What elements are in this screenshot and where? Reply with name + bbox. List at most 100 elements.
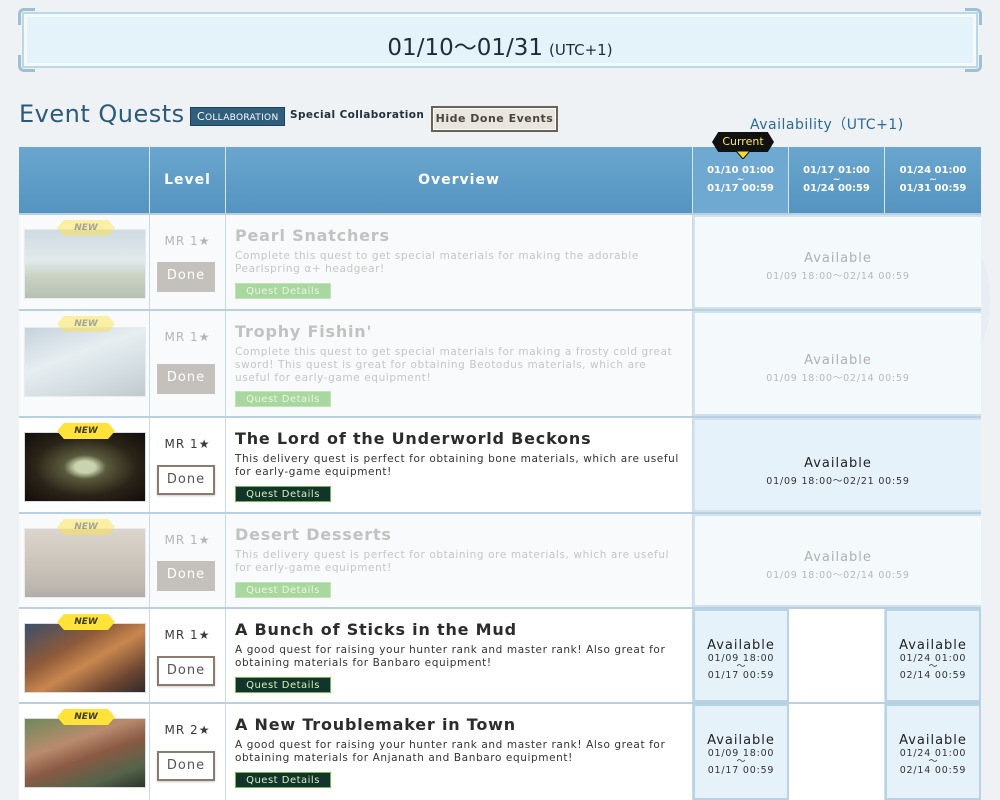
availability-status: Available [804,550,872,565]
date-end: 01/17 00:59 [707,183,774,194]
quest-row: NEW MR 1★ Done Pearl Snatchers Complete … [19,213,981,309]
overview-cell: Desert Desserts This delivery quest is p… [226,514,693,607]
hide-done-events-button[interactable]: Hide Done Events [431,106,558,132]
quest-title: Pearl Snatchers [235,226,390,245]
date-end: 01/24 00:59 [803,183,870,194]
quest-level: MR 1★ [164,330,211,344]
quest-title: Trophy Fishin' [235,322,373,341]
quest-description: Complete this quest to get special mater… [235,346,673,384]
availability-cell: Available 01/09 18:00～02/14 00:59 [693,311,981,416]
availability-info: Available 01/09 18:00～02/14 00:59 [695,550,981,581]
overview-cell: Pearl Snatchers Complete this quest to g… [226,215,693,309]
availability-status: Available [804,456,872,471]
quest-details-button[interactable]: Quest Details [235,677,331,693]
level-cell: MR 1★ Done [150,609,226,702]
quest-details-button[interactable]: Quest Details [235,283,331,299]
page-title: Event Quests [19,100,185,128]
quest-details-button[interactable]: Quest Details [235,486,331,502]
availability-info: Available 01/09 18:00～02/14 00:59 [695,251,981,282]
availability-status: Available [707,638,775,653]
quest-thumbnail-cell: NEW [19,311,150,416]
quest-row: NEW MR 2★ Done A New Troublemaker in Tow… [19,702,981,800]
quest-description: A good quest for raising your hunter ran… [235,739,666,764]
availability-label: Availability（UTC+1) [750,117,904,133]
quest-details-button[interactable]: Quest Details [235,582,331,598]
availability-status: Available [899,638,967,653]
quest-thumbnail[interactable] [24,623,146,693]
quest-level: MR 1★ [164,437,211,451]
quest-title: Desert Desserts [235,525,392,544]
quest-row: NEW MR 1★ Done Trophy Fishin' Complete t… [19,309,981,416]
quest-description: This delivery quest is perfect for obtai… [235,549,670,574]
overview-cell: Trophy Fishin' Complete this quest to ge… [226,311,693,416]
current-week-badge: Current [712,132,774,152]
quest-thumbnail-cell: NEW [19,215,150,309]
date-banner: 01/10～01/31 (UTC+1) [18,8,982,72]
new-badge: NEW [57,614,115,630]
current-week-arrow-icon [736,151,750,159]
availability-cell: Available 01/09 18:00～02/21 00:59 [693,418,981,512]
done-button[interactable]: Done [157,561,215,591]
header-image-cell [19,147,150,213]
done-button[interactable]: Done [157,656,215,686]
availability-range: 01/09 18:00～02/14 00:59 [766,271,910,282]
availability-slot-week1: Available 01/09 18:00 ～ 01/17 00:59 [693,704,789,800]
availability-slot-week2 [789,609,885,702]
availability-range: 01/09 18:00～02/21 00:59 [766,476,910,487]
banner-text: 01/10～01/31 (UTC+1) [24,28,976,62]
quest-details-button[interactable]: Quest Details [235,391,331,407]
quest-description: Complete this quest to get special mater… [235,250,639,275]
quest-row: NEW MR 1★ Done The Lord of the Underworl… [19,416,981,512]
done-button[interactable]: Done [157,364,215,394]
availability-slot-week1: Available 01/09 18:00 ～ 01/17 00:59 [693,609,789,702]
quest-thumbnail-cell: NEW [19,609,150,702]
availability-end: 01/17 00:59 [707,765,775,776]
header-level: Level [150,147,226,213]
availability-status: Available [707,733,775,748]
quest-description: This delivery quest is perfect for obtai… [235,453,679,478]
new-badge: NEW [57,519,115,535]
quest-title: A Bunch of Sticks in the Mud [235,620,517,639]
quest-row: NEW MR 1★ Done Desert Desserts This deli… [19,512,981,607]
event-quest-table: Level Overview 01/10 01:00 ~ 01/17 00:59… [19,147,981,800]
quest-thumbnail[interactable] [24,327,146,397]
quest-level: MR 1★ [164,533,211,547]
quest-thumbnail[interactable] [24,432,146,502]
quest-details-button[interactable]: Quest Details [235,772,331,788]
special-collaboration-label: Special Collaboration [290,109,425,121]
level-cell: MR 1★ Done [150,418,226,512]
level-cell: MR 1★ Done [150,311,226,416]
quest-thumbnail-cell: NEW [19,704,150,800]
availability-status: Available [899,733,967,748]
level-cell: MR 1★ Done [150,514,226,607]
quest-thumbnail[interactable] [24,718,146,788]
quest-row: NEW MR 1★ Done A Bunch of Sticks in the … [19,607,981,702]
quest-description: A good quest for raising your hunter ran… [235,644,666,669]
availability-info: Available 01/09 18:00～02/21 00:59 [695,456,981,487]
header-date-week2: 01/17 01:00 ~ 01/24 00:59 [789,147,885,213]
availability-cell: Available 01/09 18:00～02/14 00:59 [693,215,981,309]
quest-title: A New Troublemaker in Town [235,715,516,734]
done-button[interactable]: Done [157,465,215,495]
availability-end: 01/17 00:59 [707,670,775,681]
quest-level: MR 1★ [164,234,211,248]
new-badge: NEW [57,709,115,725]
overview-cell: A New Troublemaker in Town A good quest … [226,704,693,800]
banner-ornament [965,8,982,25]
done-button[interactable]: Done [157,262,215,292]
quest-thumbnail-cell: NEW [19,514,150,607]
header-overview: Overview [226,147,693,213]
new-badge: NEW [57,316,115,332]
quest-level: MR 2★ [164,723,211,737]
quest-thumbnail[interactable] [24,528,146,598]
availability-cell: Available 01/09 18:00 ～ 01/17 00:59 Avai… [693,704,981,800]
overview-cell: A Bunch of Sticks in the Mud A good ques… [226,609,693,702]
availability-range: 01/09 18:00～02/14 00:59 [766,373,910,384]
header-date-week3: 01/24 01:00 ~ 01/31 00:59 [885,147,981,213]
done-button[interactable]: Done [157,751,215,781]
availability-status: Available [804,353,872,368]
new-badge: NEW [57,423,115,439]
new-badge: NEW [57,220,115,236]
availability-cell: Available 01/09 18:00～02/14 00:59 [693,514,981,607]
quest-thumbnail[interactable] [24,229,146,299]
